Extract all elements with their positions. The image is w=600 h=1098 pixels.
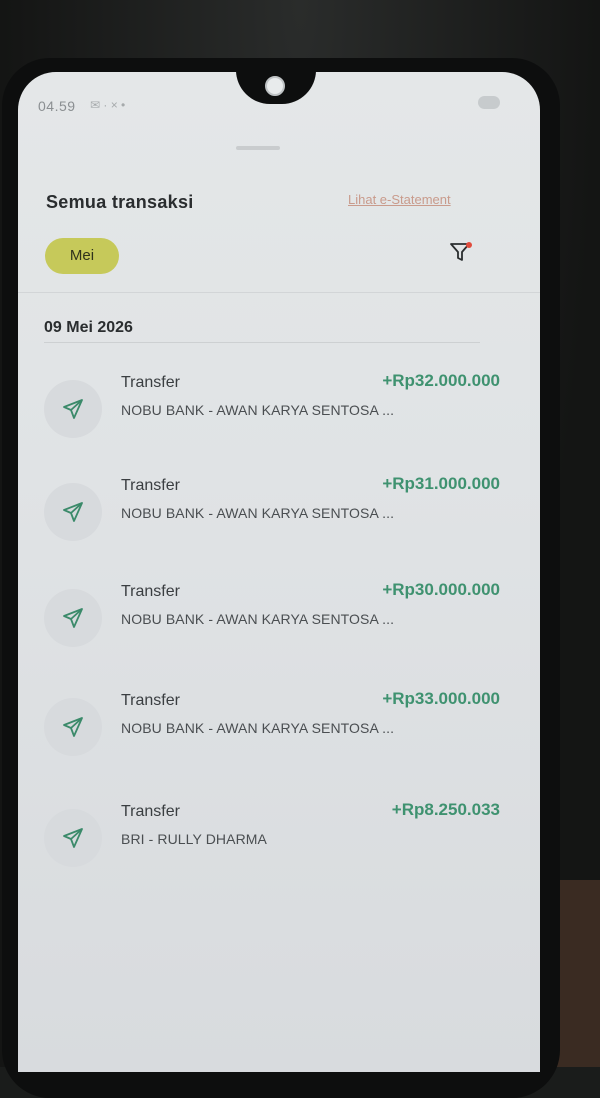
send-icon — [63, 828, 83, 848]
transaction-type: Transfer — [121, 692, 180, 709]
camera-notch — [236, 72, 316, 104]
page-title: Semua transaksi — [46, 192, 194, 212]
transaction-description: NOBU BANK - AWAN KARYA SENTOSA ... — [121, 505, 395, 521]
transaction-description: NOBU BANK - AWAN KARYA SENTOSA ... — [121, 720, 395, 736]
transaction-description: NOBU BANK - AWAN KARYA SENTOSA ... — [121, 402, 395, 418]
filter-button[interactable] — [448, 240, 476, 268]
transaction-amount: +Rp31.000.000 — [382, 474, 500, 493]
transaction-row[interactable]: Transfer +Rp31.000.000 NOBU BANK - AWAN … — [18, 474, 540, 567]
transaction-amount: +Rp8.250.033 — [391, 800, 500, 819]
filter-active-dot — [466, 242, 472, 248]
transaction-type: Transfer — [121, 374, 180, 391]
transaction-description: NOBU BANK - AWAN KARYA SENTOSA ... — [121, 611, 395, 627]
transaction-row[interactable]: Transfer +Rp30.000.000 NOBU BANK - AWAN … — [18, 580, 540, 673]
divider — [18, 292, 540, 293]
transaction-amount: +Rp32.000.000 — [382, 371, 500, 390]
transfer-icon-circle — [44, 380, 102, 438]
transfer-icon-circle — [44, 589, 102, 647]
transaction-amount: +Rp33.000.000 — [382, 689, 500, 708]
transaction-amount: +Rp30.000.000 — [382, 580, 500, 599]
transaction-row[interactable]: Transfer +Rp32.000.000 NOBU BANK - AWAN … — [18, 371, 540, 464]
notification-icons: ✉ · × • — [90, 98, 126, 112]
date-group-header: 09 Mei 2026 — [44, 319, 133, 336]
battery-icon — [478, 96, 500, 109]
send-icon — [63, 399, 83, 419]
front-camera — [265, 76, 285, 96]
transaction-type: Transfer — [121, 477, 180, 494]
month-filter-chip[interactable]: Mei — [45, 238, 119, 274]
phone-screen: 04.59 ✉ · × • Semua transaksi Lihat e-St… — [18, 72, 540, 1072]
transfer-icon-circle — [44, 809, 102, 867]
transfer-icon-circle — [44, 698, 102, 756]
sheet-grab-handle[interactable] — [236, 146, 280, 150]
transaction-type: Transfer — [121, 583, 180, 600]
e-statement-link[interactable]: Lihat e-Statement — [348, 192, 451, 207]
transfer-icon-circle — [44, 483, 102, 541]
transaction-type: Transfer — [121, 803, 180, 820]
send-icon — [63, 502, 83, 522]
divider — [44, 342, 480, 343]
send-icon — [63, 717, 83, 737]
transaction-row[interactable]: Transfer +Rp33.000.000 NOBU BANK - AWAN … — [18, 689, 540, 782]
transaction-description: BRI - RULLY DHARMA — [121, 831, 267, 847]
send-icon — [63, 608, 83, 628]
status-time: 04.59 — [38, 98, 76, 114]
transaction-row[interactable]: Transfer +Rp8.250.033 BRI - RULLY DHARMA — [18, 800, 540, 893]
